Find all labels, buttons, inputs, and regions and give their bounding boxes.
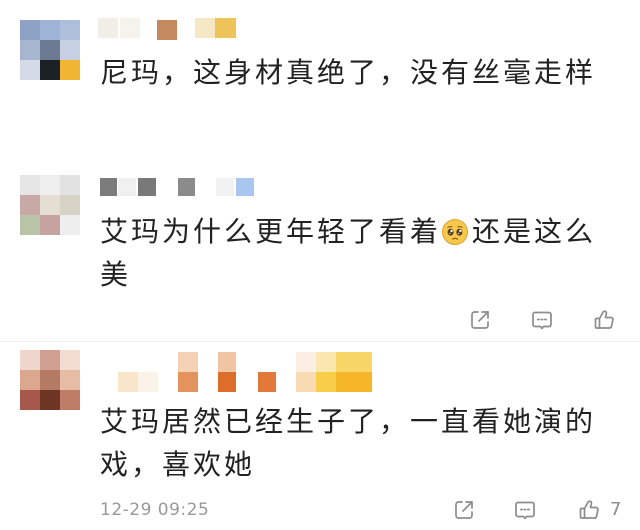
avatar-pixel	[20, 20, 40, 40]
thumbs-up-icon[interactable]	[592, 308, 616, 332]
username-pixel	[178, 352, 198, 372]
avatar-pixel	[20, 215, 40, 235]
avatar-pixel	[60, 60, 80, 80]
comment-item: 艾玛居然已经生子了，一直看她演的 戏，喜欢她 12-29 09:25 7	[0, 345, 640, 530]
username-pixel	[296, 372, 316, 392]
comment-text: 艾玛居然已经生子了，一直看她演的 戏，喜欢她	[100, 400, 596, 486]
avatar-pixel	[20, 390, 40, 410]
username-pixel	[195, 18, 215, 38]
username-pixel	[316, 352, 336, 372]
comment-item: 尼玛，这身材真绝了，没有丝毫走样	[0, 0, 640, 100]
username-pixel	[258, 372, 276, 392]
comment-divider	[0, 341, 640, 342]
avatar-pixel	[20, 175, 40, 195]
username-pixel	[118, 372, 138, 392]
comment-timestamp: 12-29 09:25	[100, 500, 210, 520]
username-pixel	[336, 372, 372, 392]
avatar-pixel	[60, 215, 80, 235]
comment-text-line: 尼玛，这身材真绝了，没有丝毫走样	[100, 56, 597, 89]
avatar-pixel	[40, 60, 60, 80]
username-pixel	[98, 18, 118, 38]
avatar-pixel	[60, 370, 80, 390]
avatar-pixel	[20, 60, 40, 80]
comment-icon[interactable]	[513, 498, 537, 522]
avatar-pixel	[40, 215, 60, 235]
thumbs-up-icon[interactable]	[577, 498, 601, 522]
username-pixel	[218, 372, 236, 392]
share-icon[interactable]	[468, 308, 492, 332]
avatar-pixel	[40, 390, 60, 410]
comment-text-line: 艾玛为什么更年轻了看着 还是这么	[100, 210, 596, 253]
avatar-pixel	[60, 350, 80, 370]
avatar-pixel	[60, 40, 80, 60]
username-pixel	[100, 178, 117, 196]
comment-text: 艾玛为什么更年轻了看着 还是这么 美	[100, 210, 596, 296]
username-pixel	[120, 18, 140, 38]
username-pixel	[296, 352, 316, 372]
username-pixel	[118, 178, 136, 196]
username-pixel	[138, 372, 158, 392]
comment-icon[interactable]	[530, 308, 554, 332]
avatar-pixel	[40, 20, 60, 40]
avatar-pixel	[40, 370, 60, 390]
username-pixel	[157, 20, 177, 40]
pixelated-avatar[interactable]	[20, 175, 80, 235]
avatar-pixel	[20, 370, 40, 390]
username-pixel	[178, 178, 195, 196]
avatar-pixel	[20, 350, 40, 370]
avatar-pixel	[60, 195, 80, 215]
avatar-pixel	[60, 20, 80, 40]
comment-text-line: 美	[100, 258, 132, 291]
avatar-pixel	[20, 40, 40, 60]
avatar-pixel	[40, 350, 60, 370]
comment-text-line: 艾玛居然已经生子了，一直看她演的	[100, 405, 597, 438]
like-count: 7	[610, 499, 622, 520]
avatar-pixel	[60, 175, 80, 195]
share-icon[interactable]	[452, 498, 476, 522]
avatar-pixel	[60, 390, 80, 410]
avatar-pixel	[40, 195, 60, 215]
pixelated-avatar[interactable]	[20, 20, 80, 80]
username-pixel	[218, 352, 236, 372]
username-pixel	[336, 352, 372, 372]
username-pixel	[215, 18, 236, 38]
comment-text-segment: 还是这么	[472, 215, 597, 248]
pleading-face-emoji	[441, 218, 469, 246]
comment-text-segment: 艾玛为什么更年轻了看着	[100, 215, 442, 248]
username-pixel	[316, 372, 336, 392]
blurred-username[interactable]	[96, 16, 240, 42]
blurred-username[interactable]	[96, 176, 258, 200]
avatar-pixel	[20, 195, 40, 215]
comment-text-line: 戏，喜欢她	[100, 448, 256, 481]
comment-text: 尼玛，这身材真绝了，没有丝毫走样	[100, 51, 596, 94]
username-pixel	[138, 178, 156, 196]
username-pixel	[236, 178, 254, 196]
comment-item: 艾玛为什么更年轻了看着 还是这么 美	[0, 160, 640, 340]
blurred-username[interactable]	[114, 350, 376, 394]
avatar-pixel	[40, 175, 60, 195]
username-pixel	[178, 372, 198, 392]
username-pixel	[216, 178, 234, 196]
pixelated-avatar[interactable]	[20, 350, 80, 410]
avatar-pixel	[40, 40, 60, 60]
